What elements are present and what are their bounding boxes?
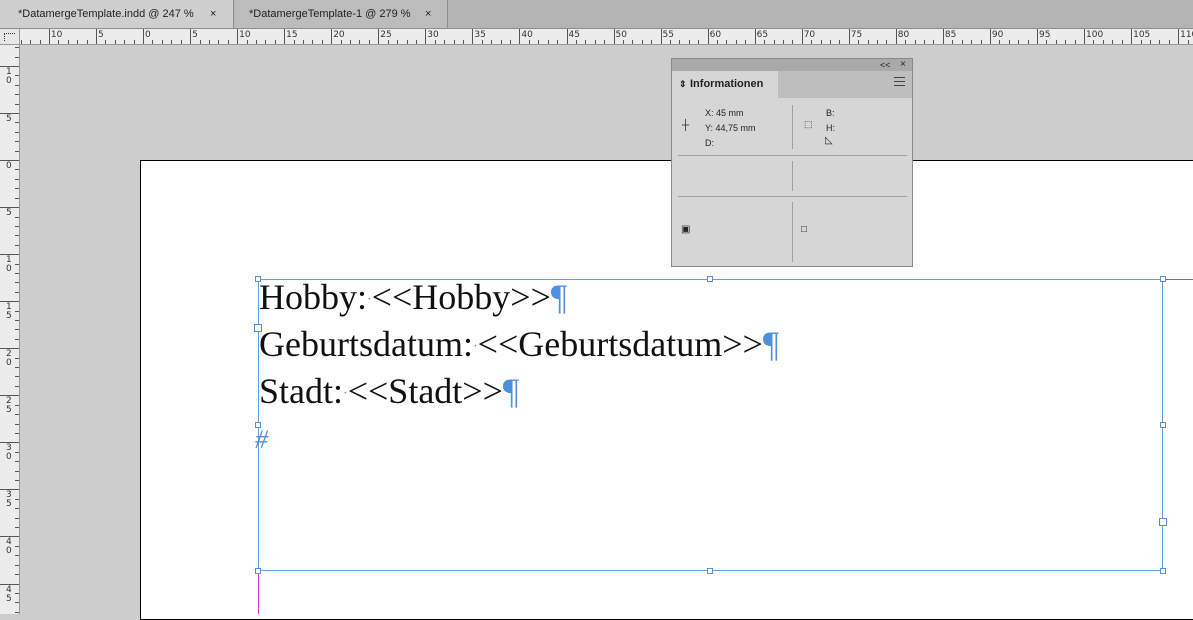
pilcrow-icon: ¶ [502, 371, 520, 411]
merge-field: <<Hobby>> [371, 277, 551, 317]
ruler-label: 5 [192, 30, 198, 40]
frame-handle[interactable] [255, 568, 261, 574]
fill-icon: ▣ [681, 224, 691, 235]
angle-icon: ◺ [825, 135, 833, 146]
ruler-label: 55 [662, 30, 674, 40]
d-value: D: [705, 138, 714, 148]
stroke-icon: □ [801, 224, 808, 235]
tab-datamerge-template[interactable]: *DatamergeTemplate.indd @ 247 % × [0, 0, 234, 28]
ruler-label: 100 [1086, 30, 1104, 40]
crosshair-icon: ┼ [682, 120, 690, 131]
b-value: B: [826, 108, 835, 118]
ruler-label: 5 [6, 114, 12, 124]
end-of-story-icon: # [255, 425, 268, 454]
document-tab-bar: *DatamergeTemplate.indd @ 247 % × *Datam… [0, 0, 1193, 29]
out-port[interactable] [1159, 518, 1167, 526]
tab-informationen[interactable]: ⇕ Informationen [672, 71, 778, 98]
ruler-label: 5 [98, 30, 104, 40]
margin-guide [258, 572, 259, 614]
panel-menu-icon[interactable] [894, 77, 905, 86]
text-line-geburtsdatum[interactable]: Geburtsdatum:·<<Geburtsdatum>>¶ [259, 326, 779, 366]
panel-tab-row: ⇕ Informationen [672, 71, 912, 98]
text-line-stadt[interactable]: Stadt:·<<Stadt>>¶ [259, 373, 519, 413]
ruler-label: 2 5 [6, 396, 12, 416]
frame-handle[interactable] [707, 568, 713, 574]
vertical-ruler[interactable]: 1 0 5 0 5 1 0 1 5 2 0 2 5 3 0 3 5 4 0 4 5 [0, 45, 20, 614]
ruler-label: 40 [521, 30, 533, 40]
ruler-label: 1 0 [6, 66, 12, 86]
ruler-label: 60 [709, 30, 722, 40]
close-icon[interactable]: × [900, 59, 906, 71]
divider [678, 196, 907, 197]
ruler-label: 4 0 [6, 537, 12, 557]
ruler-label: 10 [239, 30, 251, 40]
panel-title: Informationen [690, 78, 764, 90]
pilcrow-icon: ¶ [762, 324, 780, 364]
divider [792, 161, 793, 191]
ruler-label: 15 [286, 30, 298, 40]
ruler-label: 110 [1180, 30, 1193, 40]
tab-title: *DatamergeTemplate-1 @ 279 % [249, 8, 411, 20]
bounds-icon: ⬚ [804, 119, 813, 129]
ruler-label: 4 5 [6, 584, 12, 604]
ruler-label: 5 [6, 208, 12, 219]
tab-datamerge-template-1[interactable]: *DatamergeTemplate-1 @ 279 % × [235, 0, 448, 28]
sort-arrows-icon: ⇕ [679, 79, 687, 89]
frame-handle[interactable] [1160, 422, 1166, 428]
frame-handle[interactable] [707, 276, 713, 282]
close-icon[interactable]: × [210, 0, 216, 28]
panel-header-bar[interactable]: << × [672, 59, 912, 71]
divider [792, 105, 793, 149]
text-line-hobby[interactable]: Hobby:·<<Hobby>>¶ [259, 279, 567, 319]
text-frame[interactable] [258, 279, 1163, 571]
tab-title: *DatamergeTemplate.indd @ 247 % [18, 8, 194, 20]
info-panel: << × ⇕ Informationen ┼ X: 45 mm Y: 44,75… [671, 58, 913, 267]
merge-field: <<Stadt>> [347, 371, 503, 411]
collapse-icon[interactable]: << [880, 59, 891, 71]
h-value: H: [826, 123, 835, 133]
field-label: Stadt: [259, 371, 344, 411]
field-label: Geburtsdatum: [259, 324, 473, 364]
ruler-origin[interactable] [0, 29, 20, 45]
merge-field: <<Geburtsdatum>> [477, 324, 763, 364]
close-icon[interactable]: × [425, 0, 431, 28]
ruler-label: 105 [1133, 30, 1151, 40]
x-value: X: 45 mm [705, 108, 744, 118]
frame-handle[interactable] [1160, 568, 1166, 574]
ruler-label: 90 [991, 30, 1004, 40]
ruler-label: 75 [850, 30, 863, 40]
ruler-label: 2 0 [6, 349, 12, 369]
y-value: Y: 44,75 mm [705, 123, 756, 133]
ruler-label: 95 [1039, 30, 1051, 40]
divider [678, 155, 907, 156]
ruler-label: 25 [380, 30, 392, 40]
ruler-label: 30 [427, 30, 439, 40]
ruler-label: 3 5 [6, 490, 12, 510]
divider [792, 202, 793, 262]
field-label: Hobby: [259, 277, 367, 317]
horizontal-ruler[interactable]: 10 5 0 5 10 15 20 25 30 35 40 45 50 55 60 65 70 75 80 85 90 9… [20, 29, 1193, 45]
frame-handle[interactable] [1160, 276, 1166, 282]
ruler-label: 50 [615, 30, 627, 40]
ruler-label: 0 [145, 30, 151, 40]
ruler-label: 85 [944, 30, 957, 40]
ruler-label: 35 [474, 30, 486, 40]
ruler-label: 1 0 [6, 255, 12, 275]
ruler-label: 0 [6, 161, 12, 171]
ruler-label: 70 [803, 30, 816, 40]
ruler-label: 80 [897, 30, 910, 40]
ruler-label: 10 [50, 30, 63, 40]
ruler-label: 20 [333, 30, 345, 40]
ruler-label: 45 [568, 30, 580, 40]
margin-guide [1163, 279, 1193, 280]
ruler-label: 1 5 [6, 302, 12, 322]
pilcrow-icon: ¶ [550, 277, 568, 317]
ruler-label: 65 [756, 30, 769, 40]
ruler-label: 3 0 [6, 443, 12, 463]
